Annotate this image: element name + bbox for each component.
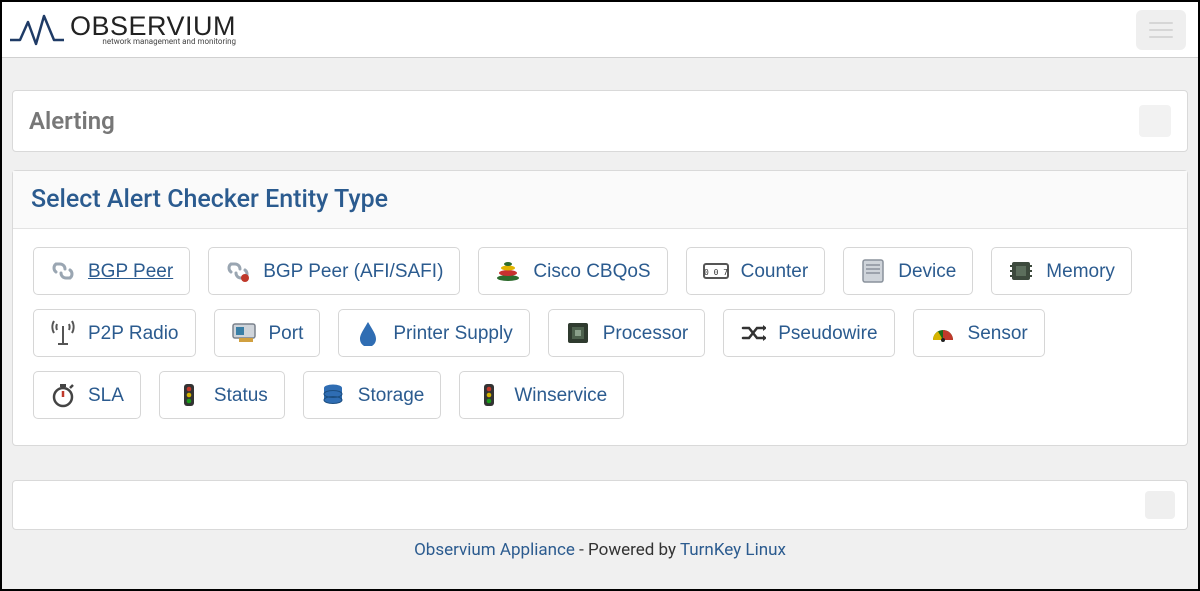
entity-bgp-peer-button[interactable]: BGP Peer [33,247,190,295]
alerting-title: Alerting [29,107,115,135]
entity-status-label: Status [214,386,268,405]
counter-icon [703,258,729,284]
entity-bgp-peer-afisafi-label: BGP Peer (AFI/SAFI) [263,262,443,281]
entity-storage-label: Storage [358,386,425,405]
entity-processor-button[interactable]: Processor [548,309,706,357]
entity-port-label: Port [269,324,304,343]
entity-winservice-label: Winservice [514,386,607,405]
logo-name: OBSERVIUM [70,13,236,40]
logo-mark-icon [10,10,64,50]
topbar: OBSERVIUM network management and monitor… [2,2,1198,58]
footer-text: Observium Appliance - Powered by TurnKey… [12,530,1188,570]
link-icon [50,258,76,284]
entity-port-button[interactable]: Port [214,309,321,357]
entity-type-list: BGP Peer BGP Peer (AFI/SAFI) Cisco CBQoS Co… [13,229,1187,445]
alerting-action-button[interactable] [1139,105,1171,137]
entity-sla-button[interactable]: SLA [33,371,141,419]
entity-device-label: Device [898,262,956,281]
traffic-icon [476,382,502,408]
entity-type-panel: Select Alert Checker Entity Type BGP Pee… [12,170,1188,446]
footer-appliance-link[interactable]: Observium Appliance [414,540,575,560]
nic-icon [231,320,257,346]
entity-type-title: Select Alert Checker Entity Type [31,185,1169,214]
entity-printer-supply-button[interactable]: Printer Supply [338,309,529,357]
entity-bgp-peer-label: BGP Peer [88,262,173,281]
entity-pseudowire-button[interactable]: Pseudowire [723,309,894,357]
footer-panel-button[interactable] [1145,491,1175,519]
logo-text-block: OBSERVIUM network management and monitor… [70,13,236,46]
stopwatch-icon [50,382,76,408]
entity-printer-supply-label: Printer Supply [393,324,512,343]
alerting-heading-row: Alerting [13,91,1187,151]
drop-icon [355,320,381,346]
stack-icon [495,258,521,284]
footer-powered-text: - Powered by [575,540,680,560]
entity-status-button[interactable]: Status [159,371,285,419]
logo[interactable]: OBSERVIUM network management and monitor… [10,10,236,50]
entity-p2p-radio-label: P2P Radio [88,324,179,343]
entity-storage-button[interactable]: Storage [303,371,442,419]
entity-counter-button[interactable]: Counter [686,247,826,295]
entity-sla-label: SLA [88,386,124,405]
entity-counter-label: Counter [741,262,809,281]
entity-processor-label: Processor [603,324,689,343]
entity-sensor-label: Sensor [968,324,1028,343]
antenna-icon [50,320,76,346]
shuffle-icon [740,320,766,346]
link-pin-icon [225,258,251,284]
entity-sensor-button[interactable]: Sensor [913,309,1045,357]
entity-memory-label: Memory [1046,262,1115,281]
server-icon [860,258,886,284]
entity-device-button[interactable]: Device [843,247,973,295]
footer-panel [12,480,1188,530]
entity-winservice-button[interactable]: Winservice [459,371,624,419]
entity-bgp-peer-afisafi-button[interactable]: BGP Peer (AFI/SAFI) [208,247,460,295]
alerting-panel: Alerting [12,90,1188,152]
footer-vendor-link[interactable]: TurnKey Linux [680,540,786,560]
hamburger-menu-button[interactable] [1136,10,1186,50]
logo-tagline: network management and monitoring [70,38,236,46]
cpu-icon [565,320,591,346]
entity-cisco-cbqos-label: Cisco CBQoS [533,262,650,281]
chip-icon [1008,258,1034,284]
db-icon [320,382,346,408]
entity-cisco-cbqos-button[interactable]: Cisco CBQoS [478,247,667,295]
entity-p2p-radio-button[interactable]: P2P Radio [33,309,196,357]
entity-memory-button[interactable]: Memory [991,247,1132,295]
entity-type-heading: Select Alert Checker Entity Type [13,171,1187,229]
entity-pseudowire-label: Pseudowire [778,324,877,343]
page-content: Alerting Select Alert Checker Entity Typ… [2,58,1198,570]
gauge-icon [930,320,956,346]
traffic-icon [176,382,202,408]
